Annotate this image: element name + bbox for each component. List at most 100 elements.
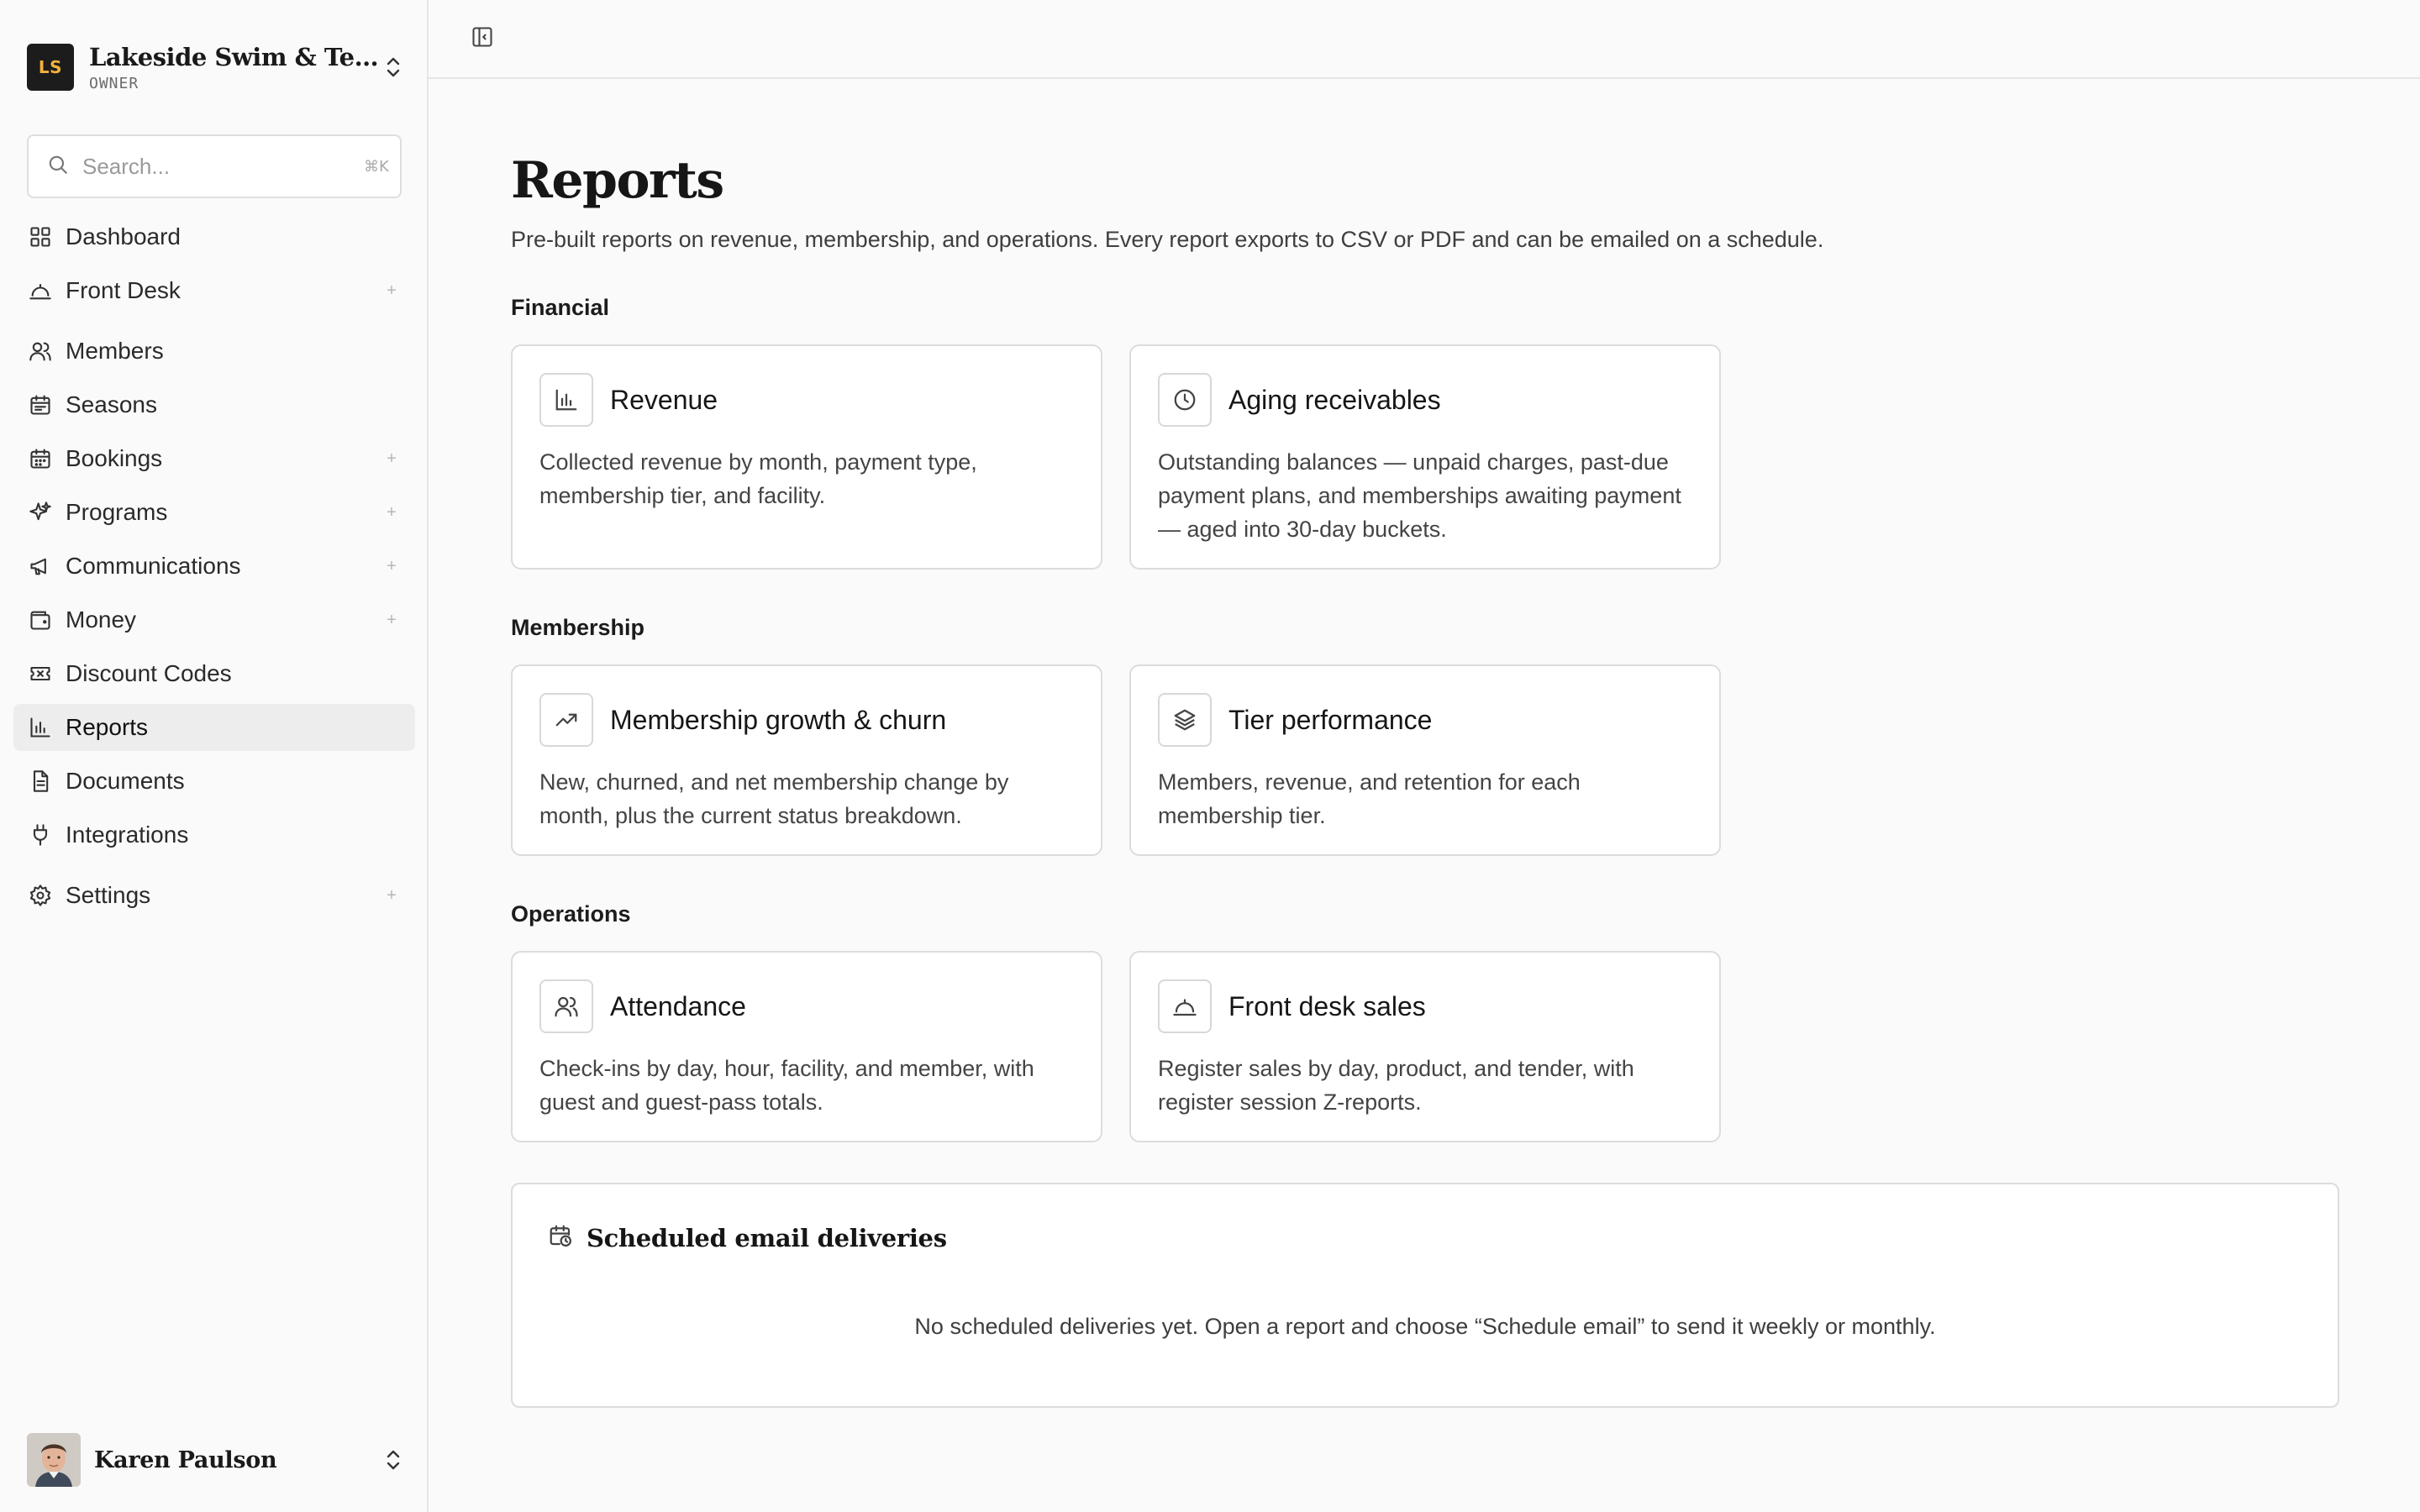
sidebar: LS Lakeside Swim & Tennis Club OWNER ⌘K: [0, 0, 429, 1512]
card-description: Register sales by day, product, and tend…: [1158, 1056, 1634, 1115]
card-title: Aging receivables: [1228, 384, 1441, 415]
org-logo: LS: [27, 44, 74, 91]
org-text: Lakeside Swim & Tennis Club OWNER: [89, 43, 381, 92]
sidebar-item-label: Bookings: [66, 445, 163, 471]
expand-plus-icon[interactable]: +: [381, 503, 402, 522]
operations-cards: Attendance Check-ins by day, hour, facil…: [511, 951, 2360, 1142]
sidebar-item-members[interactable]: Members: [13, 328, 415, 375]
sidebar-toggle-icon[interactable]: [471, 25, 494, 53]
org-name: Lakeside Swim & Tennis Club: [89, 42, 381, 71]
search-shortcut: ⌘K: [364, 157, 389, 176]
wallet-icon: [27, 606, 54, 633]
service-bell-icon: [27, 277, 54, 304]
search-input[interactable]: [82, 153, 364, 180]
financial-cards: Revenue Collected revenue by month, paym…: [511, 344, 2360, 570]
sidebar-item-label: Discount Codes: [66, 660, 232, 686]
card-title: Attendance: [610, 990, 746, 1021]
plug-icon: [27, 822, 54, 848]
card-title: Revenue: [610, 384, 718, 415]
search-icon: [47, 154, 69, 180]
sidebar-item-dashboard[interactable]: Dashboard: [13, 213, 415, 260]
reports-page: Reports Pre-built reports on revenue, me…: [511, 151, 2360, 1408]
report-card-tier-performance[interactable]: Tier performance Members, revenue, and r…: [1129, 664, 1721, 856]
expand-plus-icon[interactable]: +: [381, 281, 402, 301]
sidebar-nav: Dashboard Front Desk + Members Seasons B…: [13, 213, 415, 926]
grid-icon: [27, 223, 54, 250]
expand-plus-icon[interactable]: +: [381, 557, 402, 576]
report-card-revenue[interactable]: Revenue Collected revenue by month, paym…: [511, 344, 1102, 570]
calendar-icon: [27, 391, 54, 418]
org-role: OWNER: [89, 74, 139, 92]
sidebar-item-label: Documents: [66, 768, 185, 794]
sidebar-item-label: Reports: [66, 714, 149, 740]
section-title-operations: Operations: [511, 901, 631, 927]
user-menu[interactable]: Karen Paulson: [27, 1433, 405, 1487]
card-description: Collected revenue by month, payment type…: [539, 449, 977, 508]
document-icon: [27, 768, 54, 795]
section-title-membership: Membership: [511, 615, 645, 640]
clock-icon: [1158, 373, 1212, 427]
sidebar-item-label: Programs: [66, 499, 168, 525]
sidebar-item-label: Settings: [66, 882, 151, 908]
chevron-up-down-icon[interactable]: [381, 1445, 405, 1475]
report-card-membership-growth[interactable]: Membership growth & churn New, churned, …: [511, 664, 1102, 856]
schedule-title: Scheduled email deliveries: [587, 1223, 947, 1252]
chevron-up-down-icon[interactable]: [381, 52, 405, 82]
main-content: Reports Pre-built reports on revenue, me…: [429, 0, 2420, 1512]
user-name: Karen Paulson: [94, 1446, 277, 1473]
report-card-front-desk-sales[interactable]: Front desk sales Register sales by day, …: [1129, 951, 1721, 1142]
sidebar-item-discount-codes[interactable]: Discount Codes: [13, 650, 415, 697]
search-box[interactable]: ⌘K: [27, 134, 402, 198]
card-description: Members, revenue, and retention for each…: [1158, 769, 1581, 828]
sidebar-item-label: Dashboard: [66, 223, 181, 249]
sidebar-item-money[interactable]: Money +: [13, 596, 415, 643]
bar-chart-icon: [539, 373, 593, 427]
bar-chart-icon: [27, 714, 54, 741]
scheduled-deliveries-panel: Scheduled email deliveries No scheduled …: [511, 1183, 2339, 1408]
layers-icon: [1158, 693, 1212, 747]
sidebar-item-settings[interactable]: Settings +: [13, 872, 415, 919]
section-title-financial: Financial: [511, 295, 610, 320]
trending-up-icon: [539, 693, 593, 747]
top-bar: [429, 0, 2420, 79]
card-title: Front desk sales: [1228, 990, 1426, 1021]
gear-icon: [27, 882, 54, 909]
sidebar-item-bookings[interactable]: Bookings +: [13, 435, 415, 482]
card-description: New, churned, and net membership change …: [539, 769, 1009, 828]
sidebar-item-label: Communications: [66, 553, 241, 579]
sidebar-item-integrations[interactable]: Integrations: [13, 811, 415, 858]
sidebar-item-seasons[interactable]: Seasons: [13, 381, 415, 428]
report-card-attendance[interactable]: Attendance Check-ins by day, hour, facil…: [511, 951, 1102, 1142]
schedule-empty-state: No scheduled deliveries yet. Open a repo…: [914, 1314, 1936, 1339]
calendar-grid-icon: [27, 445, 54, 472]
avatar: [27, 1433, 81, 1487]
users-icon: [539, 979, 593, 1033]
ticket-icon: [27, 660, 54, 687]
card-title: Tier performance: [1228, 704, 1433, 735]
calendar-clock-icon: [548, 1223, 573, 1252]
sidebar-item-reports[interactable]: Reports: [13, 704, 415, 751]
expand-plus-icon[interactable]: +: [381, 886, 402, 906]
report-card-aging-receivables[interactable]: Aging receivables Outstanding balances —…: [1129, 344, 1721, 570]
card-description: Check-ins by day, hour, facility, and me…: [539, 1056, 1034, 1115]
sidebar-item-documents[interactable]: Documents: [13, 758, 415, 805]
card-title: Membership growth & churn: [610, 704, 947, 735]
expand-plus-icon[interactable]: +: [381, 449, 402, 469]
sidebar-item-programs[interactable]: Programs +: [13, 489, 415, 536]
users-icon: [27, 338, 54, 365]
sidebar-item-front-desk[interactable]: Front Desk +: [13, 267, 415, 314]
sidebar-item-label: Integrations: [66, 822, 189, 848]
page-subtitle: Pre-built reports on revenue, membership…: [511, 227, 1824, 252]
page-title: Reports: [511, 151, 724, 210]
membership-cards: Membership growth & churn New, churned, …: [511, 664, 2360, 856]
service-bell-icon: [1158, 979, 1212, 1033]
org-switcher[interactable]: LS Lakeside Swim & Tennis Club OWNER: [27, 40, 405, 94]
sidebar-item-label: Front Desk: [66, 277, 181, 303]
sidebar-item-communications[interactable]: Communications +: [13, 543, 415, 590]
card-description: Outstanding balances — unpaid charges, p…: [1158, 449, 1681, 542]
sidebar-item-label: Seasons: [66, 391, 157, 417]
sparkles-icon: [27, 499, 54, 526]
megaphone-icon: [27, 553, 54, 580]
expand-plus-icon[interactable]: +: [381, 611, 402, 630]
sidebar-item-label: Members: [66, 338, 164, 364]
